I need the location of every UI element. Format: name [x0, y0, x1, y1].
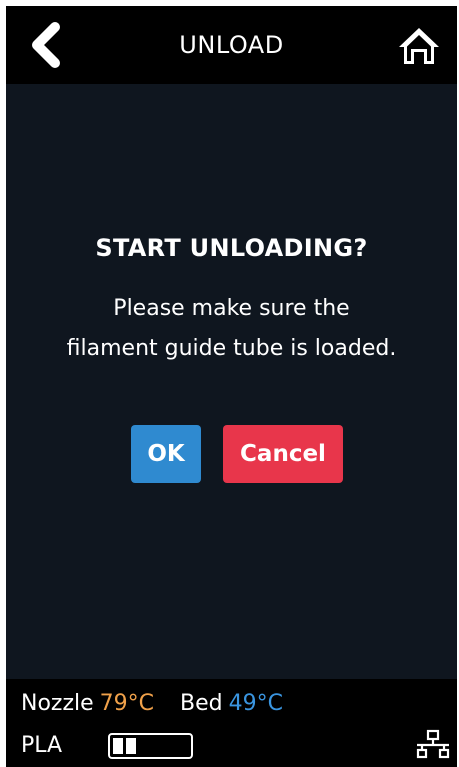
bed-label: Bed: [180, 691, 223, 716]
status-bar: Nozzle 79°C Bed 49°C PLA: [6, 679, 457, 767]
home-icon: [399, 28, 439, 64]
nozzle-temp: 79°C: [99, 691, 155, 716]
printer-screen: UNLOAD START UNLOADING? Please make sure…: [6, 6, 457, 767]
top-bar: UNLOAD: [6, 6, 457, 84]
dialog-message-line: filament guide tube is loaded.: [66, 336, 397, 361]
dialog-title: START UNLOADING?: [95, 234, 368, 262]
filament-gauge-fill: [113, 738, 136, 754]
nozzle-label: Nozzle: [21, 691, 94, 716]
gauge-segment: [113, 738, 123, 754]
filament-gauge: [108, 733, 193, 759]
bed-temp: 49°C: [228, 691, 283, 716]
page-title: UNLOAD: [179, 31, 284, 59]
dialog-message: Please make sure the filament guide tube…: [6, 289, 457, 369]
cancel-button[interactable]: Cancel: [223, 425, 343, 483]
network-icon: [416, 729, 450, 759]
ok-button[interactable]: OK: [131, 425, 201, 483]
unload-confirm-dialog: START UNLOADING? Please make sure the fi…: [6, 84, 457, 679]
dialog-message-line: Please make sure the: [113, 296, 350, 321]
gauge-segment: [126, 738, 136, 754]
home-button[interactable]: [395, 22, 443, 70]
temperature-readout: Nozzle 79°C Bed 49°C: [21, 691, 283, 716]
material-label: PLA: [21, 733, 63, 758]
